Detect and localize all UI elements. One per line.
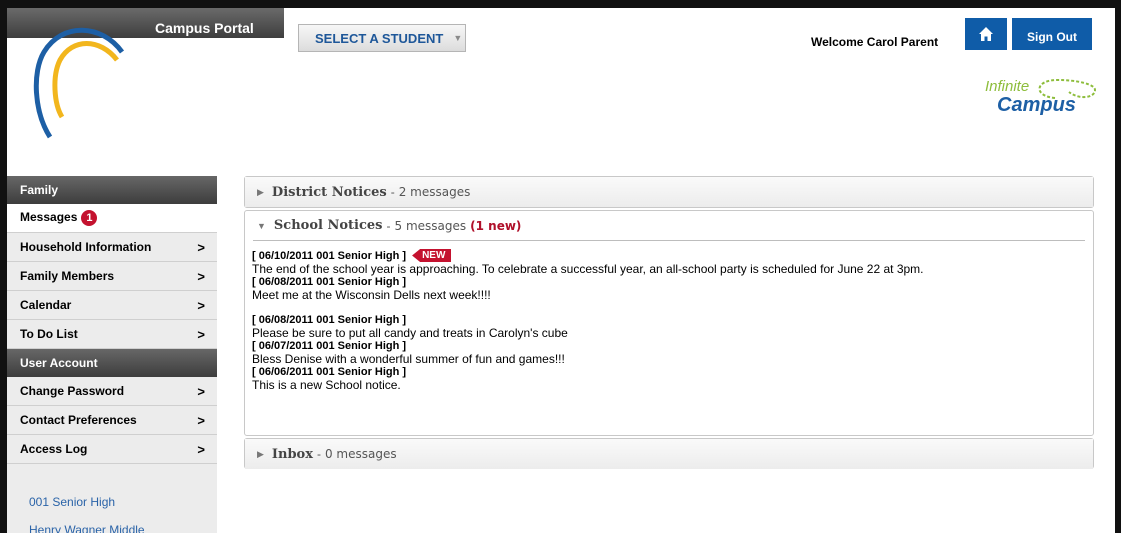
sidebar-item-label: Family Members (20, 269, 115, 283)
sidebar-item-messages[interactable]: Messages 1 (7, 204, 217, 233)
sign-out-button[interactable]: Sign Out (1012, 18, 1092, 50)
school-notices-panel: ▼ School Notices - 5 messages (1 new) [ … (244, 210, 1094, 436)
chevron-right-icon: > (197, 268, 205, 284)
chevron-right-icon: > (197, 441, 205, 457)
message-header: [ 06/08/2011 001 Senior High ] (252, 314, 407, 326)
select-student-label: SELECT A STUDENT (315, 30, 444, 46)
inbox-header[interactable]: ▶ Inbox - 0 messages (245, 439, 1093, 469)
chevron-right-icon: > (197, 412, 205, 428)
sidebar-item-label: Household Information (20, 240, 152, 254)
portal-title: Campus Portal (155, 20, 254, 36)
message-header: [ 06/06/2011 001 Senior High ] (252, 366, 407, 378)
sidebar-item-contact-preferences[interactable]: Contact Preferences > (7, 406, 217, 435)
school-link[interactable]: Henry Wagner Middle (29, 523, 145, 533)
message-count: 2 messages (398, 185, 471, 199)
sidebar-item-label: Calendar (20, 298, 72, 312)
sidebar: Family Messages 1 Household Information >… (7, 176, 217, 533)
message-text: This is a new School notice. (252, 378, 401, 392)
message-text: Bless Denise with a wonderful summer of … (252, 352, 565, 366)
sidebar-item-label: Messages (20, 210, 78, 224)
sidebar-item-label: Change Password (20, 384, 125, 398)
triangle-right-icon: ▶ (257, 186, 264, 197)
panel-title: District Notices (271, 184, 387, 200)
infinite-campus-logo: Infinite Campus (985, 72, 1097, 128)
welcome-text: Welcome Carol Parent (811, 35, 939, 49)
sidebar-item-household-information[interactable]: Household Information > (7, 233, 217, 262)
window-right-border (1115, 0, 1121, 533)
new-tag: NEW (412, 249, 452, 262)
message-date-school: [ 06/10/2011 001 Senior High ] (252, 249, 407, 262)
new-count: (1 new) (470, 218, 522, 233)
unread-badge: 1 (81, 210, 98, 226)
triangle-down-icon: ▼ (257, 220, 266, 231)
chevron-right-icon: > (197, 297, 205, 313)
sidebar-item-label: Access Log (20, 442, 88, 456)
chevron-right-icon: > (197, 326, 205, 342)
panel-title: School Notices (273, 218, 383, 233)
school-notices-header[interactable]: ▼ School Notices - 5 messages (1 new) (253, 211, 1085, 241)
logo-text-infinite: Infinite (985, 78, 1030, 95)
logo-text-campus: Campus (997, 94, 1076, 116)
message-count: 5 messages (394, 218, 467, 233)
sidebar-item-calendar[interactable]: Calendar > (7, 291, 217, 320)
panel-separator: - (390, 185, 395, 199)
message-header: [ 06/08/2011 001 Senior High ] (252, 276, 407, 288)
sidebar-section-user-account: User Account (7, 349, 217, 377)
home-icon (979, 27, 993, 41)
campus-arc-logo (33, 27, 125, 139)
panel-separator: - (386, 218, 391, 233)
district-notices-panel: ▶ District Notices - 2 messages (244, 176, 1094, 208)
home-button[interactable] (965, 18, 1007, 50)
panel-separator: - (316, 447, 321, 461)
sidebar-item-to-do-list[interactable]: To Do List > (7, 320, 217, 349)
message-count: 0 messages (324, 447, 397, 461)
window-top-border (0, 0, 1121, 8)
message-header: [ 06/07/2011 001 Senior High ] (252, 340, 407, 352)
inbox-panel: ▶ Inbox - 0 messages (244, 438, 1094, 469)
select-student-dropdown[interactable]: SELECT A STUDENT ▼ (298, 24, 466, 52)
chevron-down-icon: ▼ (453, 33, 463, 43)
message-header: [ 06/10/2011 001 Senior High ] NEW (252, 249, 1086, 262)
sidebar-item-access-log[interactable]: Access Log > (7, 435, 217, 464)
sidebar-item-label: Contact Preferences (20, 413, 137, 427)
sidebar-item-label: To Do List (20, 327, 78, 341)
school-notices-list: [ 06/10/2011 001 Senior High ] NEW The e… (245, 241, 1093, 396)
chevron-right-icon: > (197, 239, 205, 255)
sidebar-section-family: Family (7, 176, 217, 204)
window-left-border (0, 0, 7, 533)
school-link[interactable]: 001 Senior High (29, 495, 115, 509)
panel-title: Inbox (271, 446, 313, 462)
message-text: Please be sure to put all candy and trea… (252, 326, 568, 340)
triangle-right-icon: ▶ (257, 448, 264, 459)
sidebar-item-change-password[interactable]: Change Password > (7, 377, 217, 406)
district-notices-header[interactable]: ▶ District Notices - 2 messages (245, 177, 1093, 207)
message-text: The end of the school year is approachin… (252, 262, 924, 276)
chevron-right-icon: > (197, 383, 205, 399)
sidebar-item-family-members[interactable]: Family Members > (7, 262, 217, 291)
message-text: Meet me at the Wisconsin Dells next week… (252, 288, 491, 302)
